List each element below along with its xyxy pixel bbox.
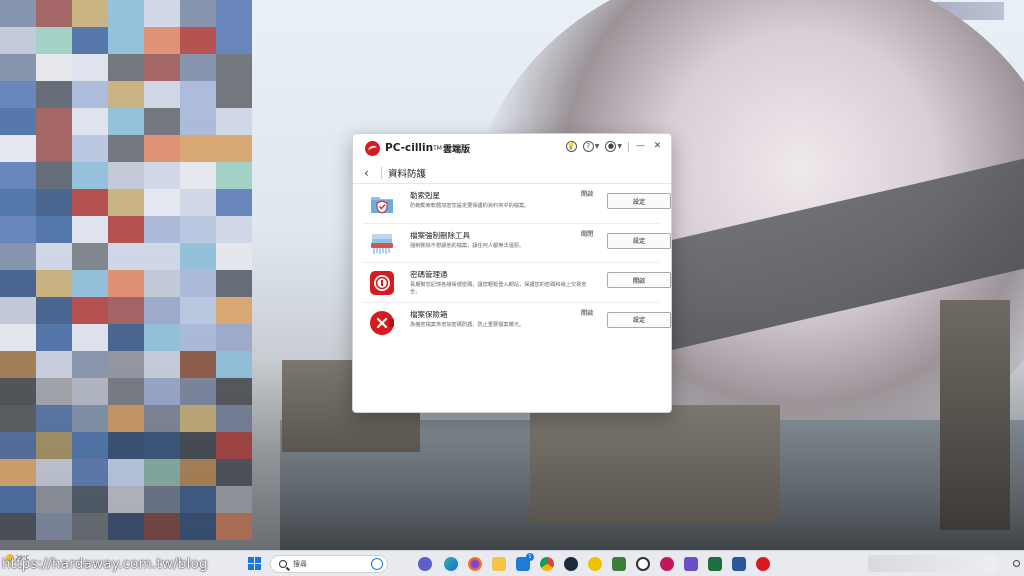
feature-status: 關閉 — [581, 230, 594, 238]
bing-icon[interactable] — [371, 558, 383, 570]
file-shredder-icon — [371, 233, 393, 254]
chrome-icon[interactable] — [540, 557, 554, 571]
start-button[interactable] — [248, 557, 261, 570]
system-tray[interactable] — [868, 555, 996, 572]
controls-divider — [628, 141, 629, 152]
account-icon[interactable]: ● — [605, 141, 617, 152]
feature-status: 開啟 — [581, 309, 594, 317]
brand-ribbon-decoration — [649, 390, 671, 412]
feature-row-ransomware: 勒索剋星 防範勒索軟體加密您設定要保護的資料夾中的檔案。 開啟 設定 — [363, 184, 671, 224]
password-manager-open-button[interactable]: 開啟 — [607, 272, 671, 288]
folder-shield-icon — [371, 197, 393, 214]
feature-row-password-manager: 密碼管理通 長期幫您記憶各組帳號密碼，讓您輕鬆登入網站，保護您的密碼和線上交易安… — [363, 263, 671, 303]
window-controls: 💡 ? ▼ ● ▼ — ✕ — [565, 141, 663, 152]
ransomware-settings-button[interactable]: 設定 — [607, 193, 671, 209]
pc-cillin-window: PC-cillin TM 雲端版 💡 ? ▼ ● ▼ — ✕ ‹ 資料防護 勒索… — [352, 133, 672, 413]
chat-app-icon[interactable] — [418, 557, 432, 571]
feature-description: 強制刪除不想讓他的檔案，讓任何人都無法還原。 — [410, 242, 525, 249]
password-manager-icon — [370, 271, 394, 295]
file-explorer-icon[interactable] — [492, 557, 506, 571]
feature-name: 密碼管理通 — [410, 270, 448, 279]
minimize-icon[interactable]: — — [635, 141, 646, 152]
mail-app-icon[interactable]: 1 — [516, 553, 534, 571]
back-arrow-icon[interactable]: ‹ — [364, 166, 378, 180]
ccleaner-icon[interactable] — [564, 557, 578, 571]
word-icon[interactable] — [732, 557, 746, 571]
chevron-down-icon[interactable]: ▼ — [617, 143, 622, 150]
feature-name: 檔案保險箱 — [410, 309, 448, 319]
feature-description: 長期幫您記憶各組帳號密碼，讓您輕鬆登入網站，保護您的密碼和線上交易安全。 — [410, 282, 587, 295]
notification-center-icon[interactable] — [1013, 560, 1020, 567]
feature-name: 勒索剋星 — [410, 191, 440, 200]
search-placeholder: 搜尋 — [293, 560, 307, 568]
firefox-icon[interactable] — [468, 557, 482, 571]
feature-row-shredder: 檔案強制刪除工具 強制刪除不想讓他的檔案，讓任何人都無法還原。 關閉 設定 — [363, 224, 671, 263]
feature-list: 勒索剋星 防範勒索軟體加密您設定要保護的資料夾中的檔案。 開啟 設定 檔案強制刪… — [353, 184, 671, 342]
lightbulb-icon[interactable]: 💡 — [565, 141, 577, 152]
vault-settings-button[interactable]: 設定 — [607, 311, 671, 328]
help-icon[interactable]: ? — [582, 141, 594, 152]
trademark-mark: TM — [433, 144, 442, 152]
norton-icon[interactable] — [588, 557, 602, 571]
bridge-support-right — [940, 300, 1010, 530]
search-icon — [279, 560, 287, 568]
notification-badge: 1 — [526, 553, 534, 561]
zoom-tool-icon[interactable] — [636, 557, 650, 571]
title-bar: PC-cillin TM 雲端版 💡 ? ▼ ● ▼ — ✕ — [353, 134, 671, 162]
excel-icon[interactable] — [708, 557, 722, 571]
pc-cillin-taskbar-icon[interactable] — [756, 557, 770, 571]
close-icon[interactable]: ✕ — [652, 141, 663, 152]
navigation-bar: ‹ 資料防護 — [353, 162, 671, 184]
feature-description: 為機密檔案夾增加密碼防護，防止重要檔案曝光。 — [410, 321, 525, 328]
page-title: 資料防護 — [388, 168, 427, 180]
stone-pier-center — [530, 405, 780, 523]
photos-app-icon[interactable] — [684, 557, 698, 571]
app-edition: 雲端版 — [442, 144, 470, 155]
nav-divider — [381, 166, 382, 179]
chevron-down-icon[interactable]: ▼ — [595, 143, 600, 150]
shredder-settings-button[interactable]: 設定 — [607, 232, 671, 249]
feature-description: 防範勒索軟體加密您設定要保護的資料夾中的檔案。 — [410, 203, 530, 209]
taskbar-search[interactable]: 搜尋 — [270, 555, 388, 573]
feature-status: 開啟 — [581, 191, 594, 198]
trend-micro-logo-icon — [365, 140, 380, 156]
app-title: PC-cillin — [385, 142, 434, 154]
chart-app-icon[interactable] — [612, 557, 626, 571]
edge-browser-icon[interactable] — [444, 557, 458, 571]
blurred-desktop-icons — [0, 0, 252, 540]
secure-vault-icon — [370, 310, 394, 335]
media-app-icon[interactable] — [660, 557, 674, 571]
watermark-url: https://hardaway.com.tw/blog — [2, 556, 208, 572]
feature-row-vault: 檔案保險箱 為機密檔案夾增加密碼防護，防止重要檔案曝光。 開啟 設定 — [363, 303, 671, 343]
taskbar: 29°C https://hardaway.com.tw/blog 搜尋 1 — [0, 550, 1024, 576]
feature-name: 檔案強制刪除工具 — [410, 230, 470, 240]
